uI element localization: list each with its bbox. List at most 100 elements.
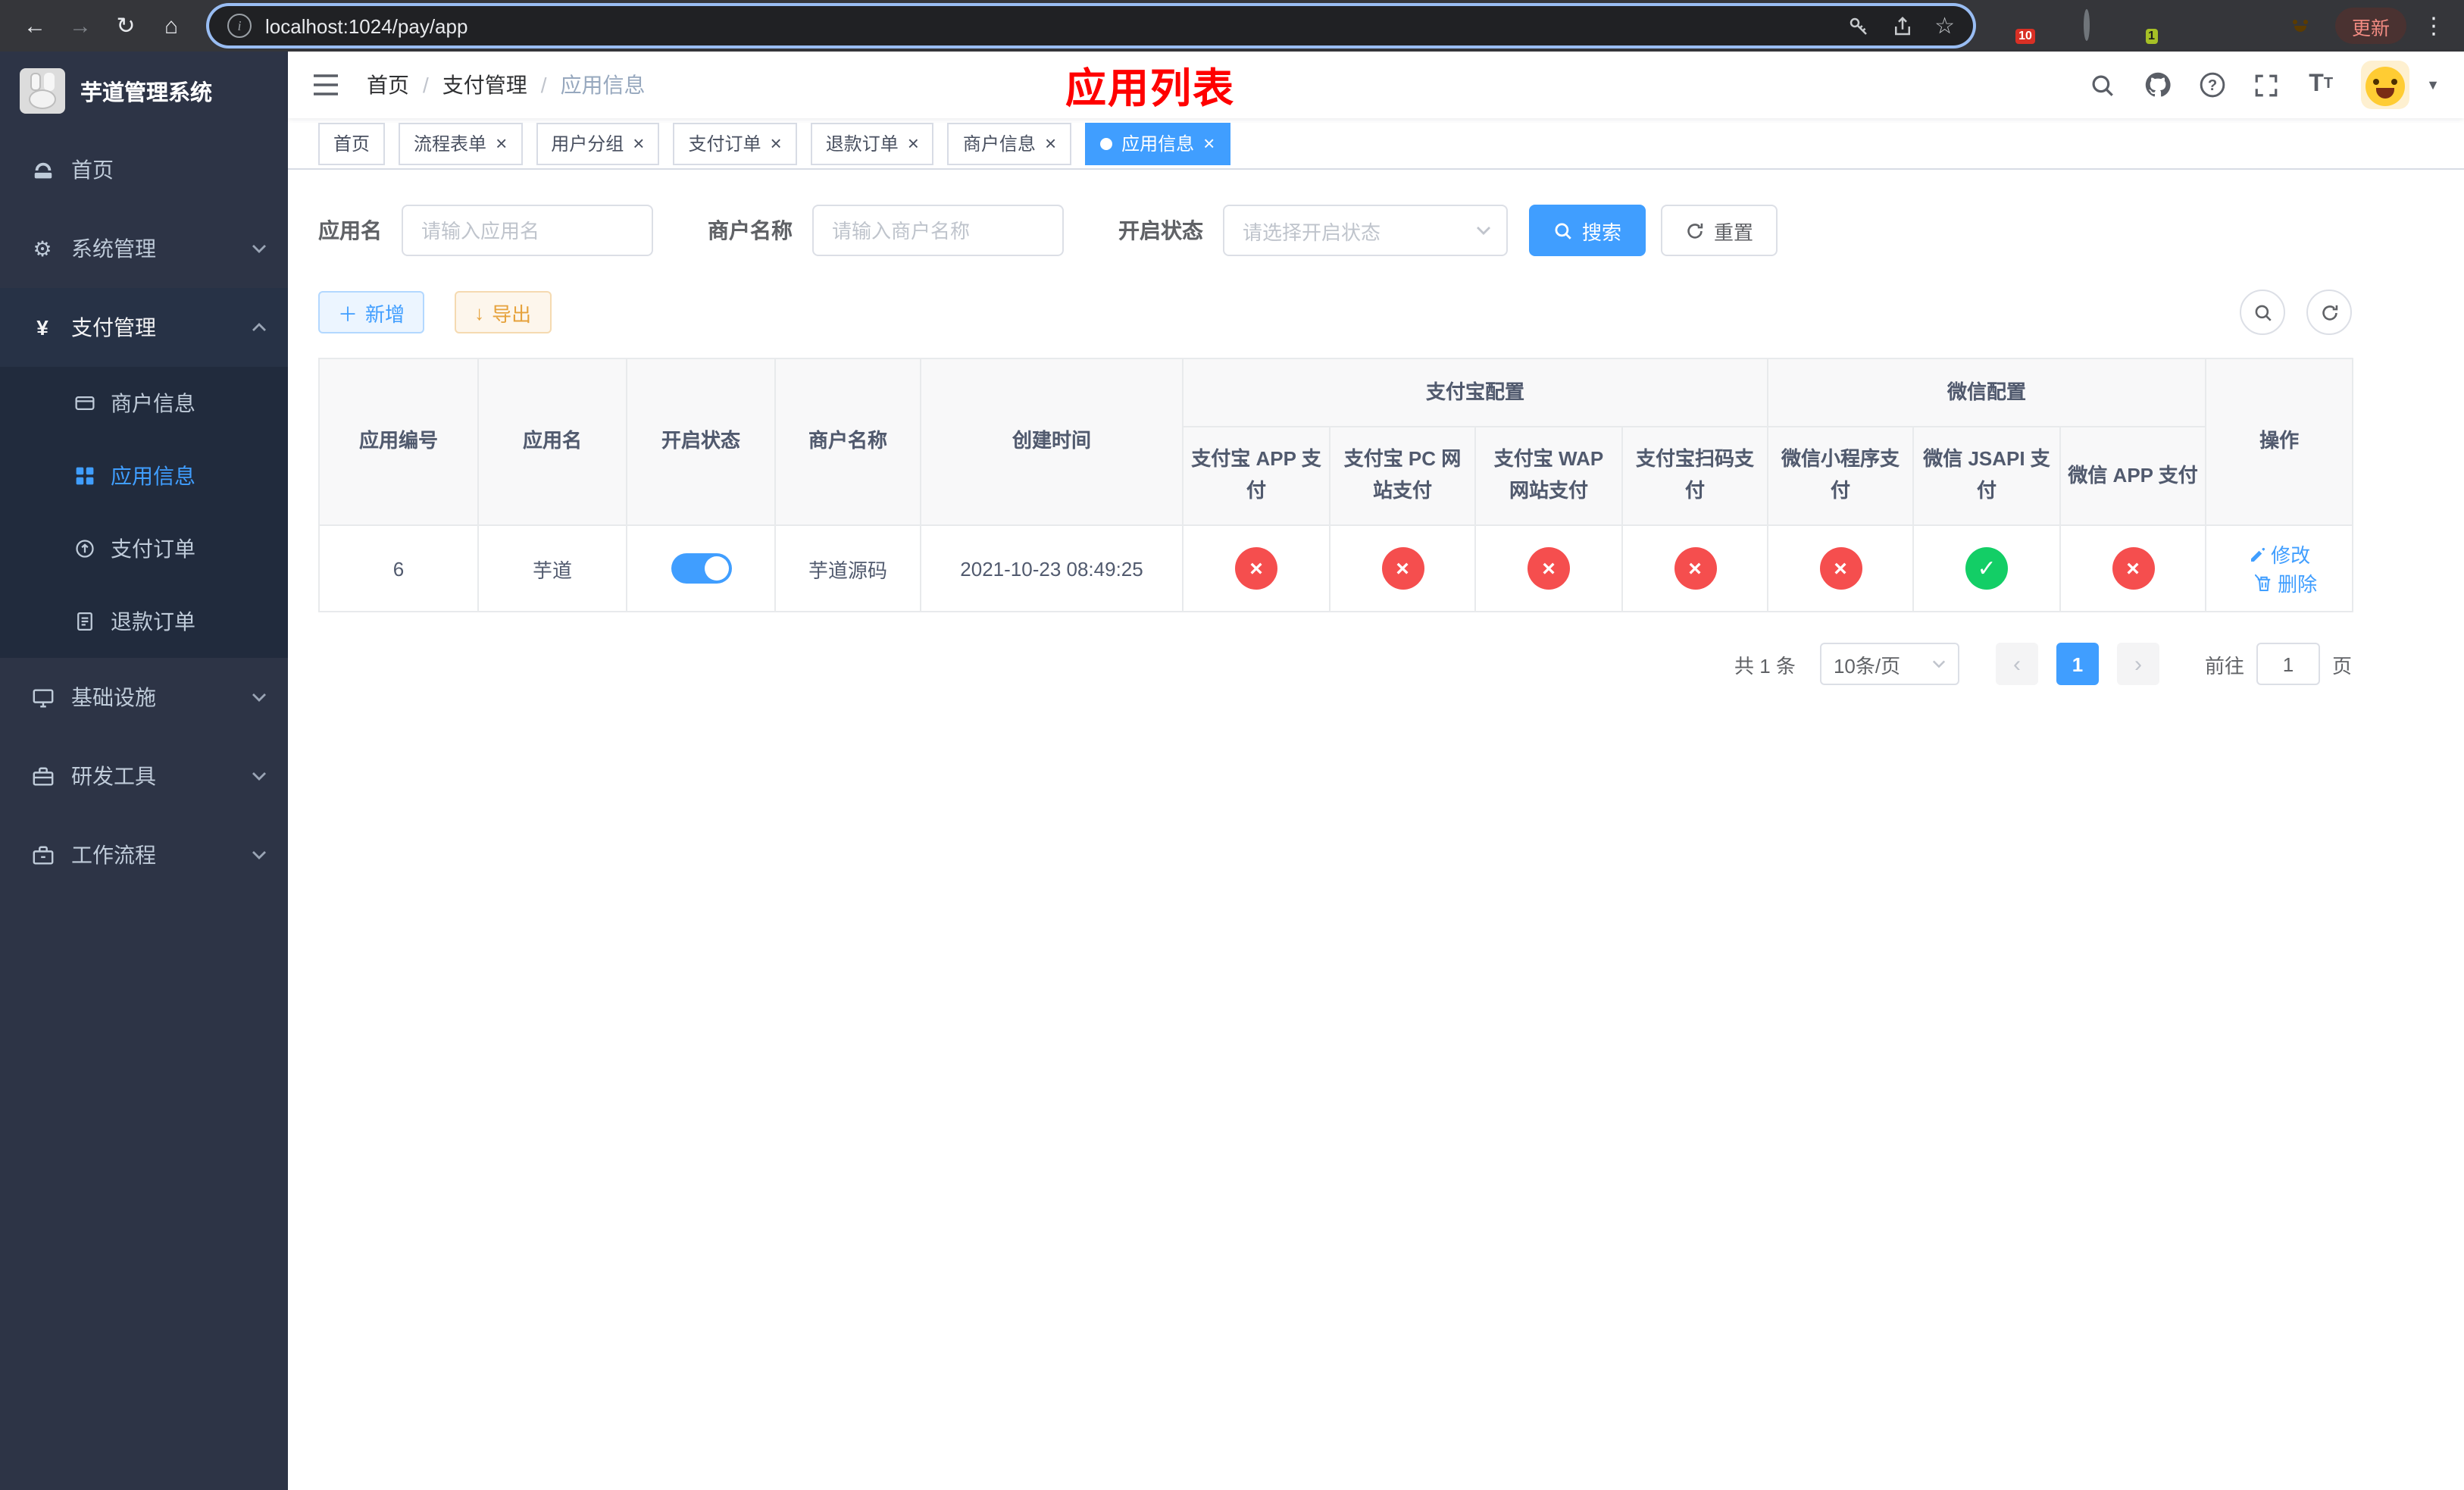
close-icon[interactable]: ×: [771, 133, 782, 153]
delete-link[interactable]: 删除: [2255, 568, 2317, 597]
sidebar-item-infrastructure[interactable]: 基础设施: [0, 658, 288, 737]
url-text: localhost:1024/pay/app: [265, 14, 468, 37]
address-bar[interactable]: i localhost:1024/pay/app ☆: [209, 6, 1973, 45]
password-key-icon[interactable]: [1846, 14, 1871, 38]
sidebar-item-payment[interactable]: ¥ 支付管理: [0, 288, 288, 367]
font-size-icon[interactable]: TT: [2306, 70, 2335, 99]
page-size-value: 10条/页: [1833, 654, 1901, 677]
tab-process-form[interactable]: 流程表单 ×: [399, 122, 523, 164]
tab-home[interactable]: 首页: [318, 122, 386, 164]
group-wechat-config: 微信配置: [1767, 358, 2207, 427]
tab-pay-orders[interactable]: 支付订单 ×: [673, 122, 797, 164]
col-alipay-app: 支付宝 APP 支付: [1182, 426, 1330, 526]
sidebar-item-refund-orders[interactable]: 退款订单: [0, 585, 288, 658]
tab-app-info[interactable]: 应用信息 ×: [1085, 122, 1230, 164]
tab-refund-orders[interactable]: 退款订单 ×: [810, 122, 934, 164]
goto-page-input[interactable]: [2256, 643, 2320, 685]
prev-page-button[interactable]: ‹: [1995, 643, 2038, 685]
close-icon[interactable]: ×: [633, 133, 644, 153]
app-logo-row[interactable]: 芋道管理系统: [0, 52, 288, 130]
extension-badge: 10: [2015, 29, 2035, 44]
extension-avatar-icon[interactable]: 1: [2123, 12, 2158, 44]
breadcrumb: 首页 / 支付管理 / 应用信息: [367, 70, 646, 100]
caret-down-icon[interactable]: ▼: [2426, 77, 2440, 92]
extension-chat-icon[interactable]: [2205, 12, 2232, 39]
col-actions: 操作: [2205, 358, 2354, 526]
site-info-icon[interactable]: i: [227, 14, 252, 38]
app-name-input[interactable]: [402, 205, 653, 256]
reload-button[interactable]: ↻: [106, 6, 145, 45]
refresh-icon[interactable]: [2306, 290, 2352, 335]
goto-suffix: 页: [2331, 654, 2352, 677]
cell-merchant: 芋道源码: [774, 524, 921, 612]
reset-button[interactable]: 重置: [1661, 205, 1778, 256]
sidebar-item-dev-tools[interactable]: 研发工具: [0, 737, 288, 815]
current-page-button[interactable]: 1: [2056, 643, 2099, 685]
col-alipay-wap: 支付宝 WAP 网站支付: [1474, 426, 1623, 526]
sidebar: 芋道管理系统 首页 ⚙ 系统管理 ¥ 支付管理 商户信息 应用信息 支付订单 退…: [0, 52, 288, 1490]
tab-label: 商户信息: [962, 133, 1036, 155]
sidebar-item-pay-orders[interactable]: 支付订单: [0, 512, 288, 585]
close-icon[interactable]: ×: [1203, 133, 1215, 153]
config-status-wechat-jsapi: [1965, 547, 2009, 590]
browser-menu-icon[interactable]: ⋮: [2419, 12, 2449, 39]
chevron-down-icon: [252, 850, 267, 859]
sidebar-item-merchant-info[interactable]: 商户信息: [0, 367, 288, 440]
status-label: 开启状态: [1118, 218, 1203, 243]
extension-dark-circle-icon[interactable]: [2082, 9, 2109, 41]
extension-wechat-dev-icon[interactable]: [2164, 12, 2191, 39]
merchant-name-input[interactable]: [812, 205, 1064, 256]
breadcrumb-separator: /: [540, 73, 547, 97]
next-page-button[interactable]: ›: [2116, 643, 2159, 685]
breadcrumb-home[interactable]: 首页: [367, 70, 409, 100]
github-icon[interactable]: [2143, 70, 2172, 99]
sidebar-item-label: 工作流程: [71, 843, 156, 867]
tab-user-group[interactable]: 用户分组 ×: [536, 122, 660, 164]
help-icon[interactable]: ?: [2197, 70, 2226, 99]
export-button[interactable]: ↓ 导出: [455, 291, 552, 333]
sidebar-item-app-info[interactable]: 应用信息: [0, 440, 288, 512]
order-circle-icon: [73, 538, 95, 559]
tab-label: 支付订单: [688, 133, 761, 155]
table-toolbar-right: [2240, 290, 2352, 335]
home-button[interactable]: ⌂: [152, 6, 191, 45]
page-size-select[interactable]: 10条/页: [1819, 643, 1959, 685]
search-button[interactable]: 搜索: [1529, 205, 1646, 256]
cell-created: 2021-10-23 08:49:25: [920, 524, 1184, 612]
fullscreen-icon[interactable]: [2252, 70, 2281, 99]
status-toggle[interactable]: [671, 553, 731, 584]
extension-grid-icon[interactable]: 10: [2000, 12, 2035, 44]
sidebar-item-home[interactable]: 首页: [0, 130, 288, 209]
tags-view-bar: 首页 流程表单 × 用户分组 × 支付订单 × 退款订单 × 商户信息 × 应用…: [288, 118, 2464, 170]
table-row: 6 芋道 芋道源码 2021-10-23 08:49:25 × × × × × …: [318, 524, 2354, 612]
sidebar-item-label: 商户信息: [111, 391, 195, 415]
extension-emoji-icon[interactable]: [2287, 12, 2314, 39]
search-button-label: 搜索: [1582, 221, 1622, 243]
close-icon[interactable]: ×: [1045, 133, 1056, 153]
share-icon[interactable]: [1890, 14, 1915, 38]
reset-button-label: 重置: [1714, 221, 1754, 243]
extension-drop-icon[interactable]: [2041, 12, 2068, 39]
payment-submenu: 商户信息 应用信息 支付订单 退款订单: [0, 367, 288, 658]
close-icon[interactable]: ×: [496, 133, 507, 153]
breadcrumb-payment[interactable]: 支付管理: [442, 70, 527, 100]
goto-prefix: 前往: [2204, 654, 2244, 677]
edit-link[interactable]: 修改: [2248, 540, 2310, 568]
sidebar-item-system[interactable]: ⚙ 系统管理: [0, 209, 288, 288]
forward-button[interactable]: →: [61, 6, 100, 45]
tab-merchant-info[interactable]: 商户信息 ×: [947, 122, 1072, 164]
toggle-search-icon[interactable]: [2240, 290, 2285, 335]
update-label: 更新: [2351, 17, 2390, 39]
back-button[interactable]: ←: [15, 6, 55, 45]
avatar[interactable]: [2361, 61, 2410, 109]
extension-puzzle-icon[interactable]: [2246, 12, 2273, 39]
bookmark-star-icon[interactable]: ☆: [1934, 12, 1955, 39]
browser-update-button[interactable]: 更新: [2334, 8, 2406, 44]
sidebar-collapse-icon[interactable]: [312, 70, 342, 100]
close-icon[interactable]: ×: [908, 133, 919, 153]
add-button[interactable]: ＋ 新增: [318, 291, 425, 333]
status-select[interactable]: 请选择开启状态: [1223, 205, 1508, 256]
tab-label: 退款订单: [825, 133, 899, 155]
sidebar-item-workflow[interactable]: 工作流程: [0, 815, 288, 894]
search-icon[interactable]: [2088, 70, 2117, 99]
